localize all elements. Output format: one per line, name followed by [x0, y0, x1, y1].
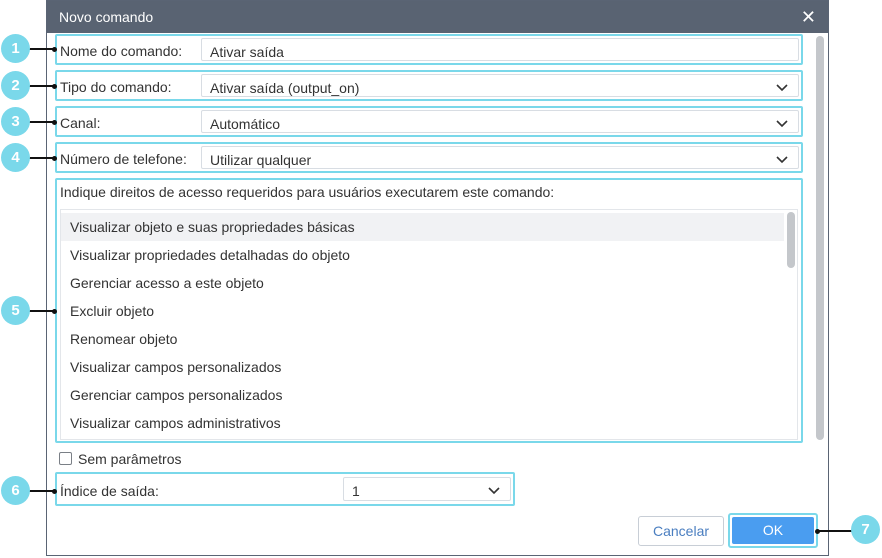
output-index-value: 1 [352, 483, 360, 499]
callout-badge: 1 [1, 34, 30, 63]
callout-badge: 4 [1, 143, 30, 172]
command-type-label: Tipo do comando: [60, 79, 172, 95]
list-item[interactable]: Visualizar objeto e suas propriedades bá… [61, 213, 784, 241]
list-item[interactable]: Renomear objeto [61, 325, 784, 353]
callout-line [28, 85, 55, 87]
callout-line [28, 157, 55, 159]
no-params-checkbox[interactable] [59, 452, 72, 465]
ok-button[interactable]: OK [728, 513, 818, 548]
list-item[interactable]: Excluir objeto [61, 297, 784, 325]
channel-label: Canal: [60, 115, 101, 131]
phone-value: Utilizar qualquer [210, 152, 312, 168]
callout-line [28, 310, 55, 312]
list-item[interactable]: Gerenciar acesso a este objeto [61, 269, 784, 297]
dialog-title: Novo comando [59, 9, 154, 25]
phone-row: Número de telefone: Utilizar qualquer [55, 142, 803, 173]
callout-badge: 6 [1, 476, 30, 505]
command-type-value: Ativar saída (output_on) [210, 80, 360, 96]
chevron-down-icon [776, 156, 788, 164]
chevron-down-icon [488, 487, 500, 495]
callout-dot [52, 47, 57, 52]
callout-dot [52, 489, 57, 494]
dialog-scrollbar-thumb[interactable] [816, 36, 824, 440]
callout-dot [52, 120, 57, 125]
callout-badge: 3 [1, 107, 30, 136]
callout-line [28, 490, 55, 492]
callout-dot [52, 156, 57, 161]
list-item[interactable]: Gerenciar campos personalizados [61, 381, 784, 409]
access-rights-list[interactable]: Visualizar objeto e suas propriedades bá… [60, 209, 798, 440]
access-rights-section: Indique direitos de acesso requeridos pa… [55, 178, 803, 443]
channel-select[interactable]: Automático [201, 110, 799, 133]
list-item[interactable]: Visualizar campos personalizados [61, 353, 784, 381]
dialog-titlebar: Novo comando ✕ [47, 1, 828, 33]
callout-dot [52, 309, 57, 314]
chevron-down-icon [776, 84, 788, 92]
output-index-select[interactable]: 1 [343, 477, 511, 501]
list-scrollbar[interactable] [787, 212, 795, 437]
list-item[interactable]: Visualizar campos administrativos [61, 409, 784, 437]
command-name-value: Ativar saída [210, 44, 284, 60]
callout-badge: 2 [1, 71, 30, 100]
list-item[interactable]: Visualizar propriedades detalhadas do ob… [61, 241, 784, 269]
output-index-row: Índice de saída: 1 [55, 472, 515, 506]
channel-value: Automático [210, 116, 281, 132]
command-name-row: Nome do comando: Ativar saída [55, 34, 803, 65]
callout-line [817, 530, 853, 532]
access-rights-hint: Indique direitos de acesso requeridos pa… [60, 184, 555, 200]
dialog-scrollbar[interactable] [816, 36, 824, 440]
channel-row: Canal: Automático [55, 106, 803, 137]
output-index-label: Índice de saída: [60, 483, 159, 499]
command-type-select[interactable]: Ativar saída (output_on) [201, 74, 799, 97]
command-type-row: Tipo do comando: Ativar saída (output_on… [55, 70, 803, 101]
ok-button-label: OK [732, 517, 814, 544]
callout-dot [815, 529, 820, 534]
callout-badge: 7 [851, 515, 880, 544]
phone-select[interactable]: Utilizar qualquer [201, 146, 799, 169]
callout-dot [52, 84, 57, 89]
list-scrollbar-thumb[interactable] [787, 212, 795, 268]
cancel-button[interactable]: Cancelar [638, 516, 724, 546]
command-name-input[interactable]: Ativar saída [201, 38, 799, 61]
callout-line [28, 121, 55, 123]
chevron-down-icon [776, 120, 788, 128]
callout-badge: 5 [1, 296, 30, 325]
command-name-label: Nome do comando: [60, 43, 183, 59]
no-params-label: Sem parâmetros [78, 451, 182, 467]
phone-label: Número de telefone: [60, 151, 187, 167]
callout-line [28, 48, 55, 50]
close-icon[interactable]: ✕ [801, 7, 816, 28]
